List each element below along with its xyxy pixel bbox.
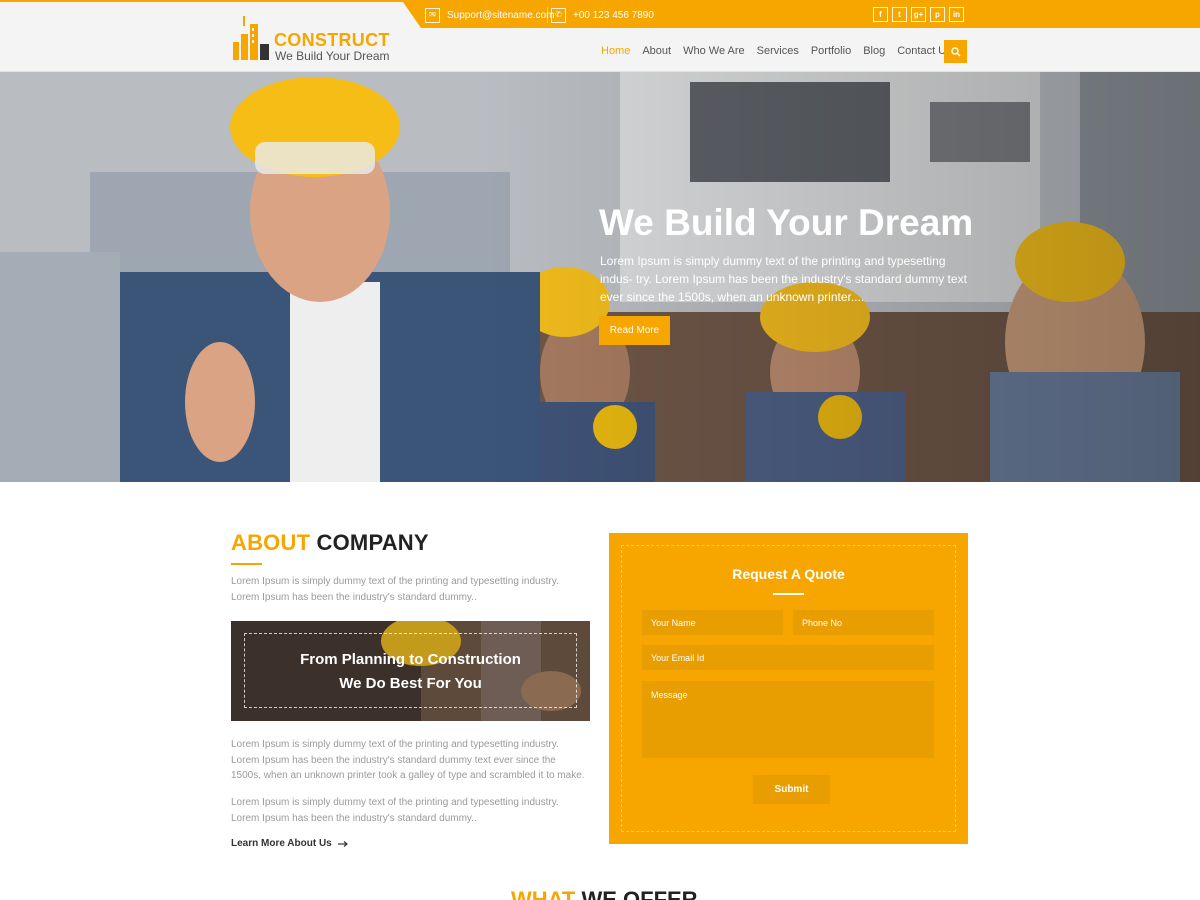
quote-underline [773,593,804,595]
pinterest-icon[interactable]: p [930,7,945,22]
hero-text: Lorem Ipsum is simply dummy text of the … [600,254,967,304]
nav-blog[interactable]: Blog [863,45,885,57]
offer-title: WHAT WE OFFER [511,887,698,900]
name-field[interactable] [642,610,783,635]
about-intro-text: Lorem Ipsum is simply dummy text of the … [231,576,559,603]
about-body-text-1: Lorem Ipsum is simply dummy text of the … [231,739,585,781]
request-quote-form: Request A Quote Submit [609,533,968,844]
nav-who-we-are[interactable]: Who We Are [683,45,745,57]
main-nav: Home About Who We Are Services Portfolio… [601,45,952,57]
twitter-icon[interactable]: t [892,7,907,22]
divider [547,7,548,23]
email-text[interactable]: Support@sitename.com [447,10,554,21]
nav-home[interactable]: Home [601,45,630,57]
promo-banner: From Planning to Construction We Do Best… [231,621,590,721]
learn-more-link[interactable]: Learn More About Us [231,838,348,849]
arrow-right-icon [337,840,348,847]
learn-more-label[interactable]: Learn More About Us [231,838,332,849]
about-title: ABOUT COMPANY [231,530,429,556]
brand-tagline: We Build Your Dream [275,49,390,63]
site-header: ✉ Support@sitename.com ✆ +00 123 456 789… [0,0,1200,72]
read-more-button[interactable]: Read More [599,316,670,345]
about-underline [231,563,262,565]
phone-contact[interactable]: ✆ +00 123 456 7890 [551,7,654,23]
linkedin-icon[interactable]: in [949,7,964,22]
email-contact[interactable]: ✉ Support@sitename.com [425,7,554,23]
email-field[interactable] [642,645,934,670]
site-logo[interactable]: CONSTRUCT We Build Your Dream [231,14,401,63]
about-title-rest: COMPANY [310,530,429,555]
offer-title-rest: WE OFFER [575,887,698,900]
hero-banner: We Build Your Dream Lorem Ipsum is simpl… [0,72,1200,482]
search-button[interactable] [944,40,967,63]
building-logo-icon [233,16,269,60]
nav-about[interactable]: About [642,45,671,57]
about-title-highlight: ABOUT [231,530,311,555]
hero-title: We Build Your Dream [599,202,974,243]
submit-button[interactable]: Submit [753,775,830,804]
nav-portfolio[interactable]: Portfolio [811,45,851,57]
facebook-icon[interactable]: f [873,7,888,22]
brand-name: CONSTRUCT [274,30,390,50]
phone-field[interactable] [793,610,934,635]
top-bar: ✉ Support@sitename.com ✆ +00 123 456 789… [403,2,1200,28]
social-links: f t g+ p in [873,7,964,22]
message-field[interactable] [642,681,934,758]
phone-icon: ✆ [551,7,566,23]
promo-frame [244,633,577,708]
about-body-text-2: Lorem Ipsum is simply dummy text of the … [231,797,559,824]
offer-title-highlight: WHAT [511,887,576,900]
nav-services[interactable]: Services [757,45,799,57]
phone-text[interactable]: +00 123 456 7890 [573,10,654,21]
envelope-icon: ✉ [425,7,440,23]
google-plus-icon[interactable]: g+ [911,7,926,22]
promo-line-2: We Do Best For You [339,675,482,692]
search-icon [950,46,960,56]
promo-line-1: From Planning to Construction [300,651,521,668]
quote-title: Request A Quote [732,566,845,582]
